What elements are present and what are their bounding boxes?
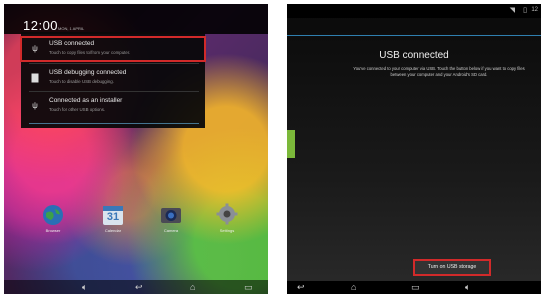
- wifi-icon: ◥: [509, 7, 515, 14]
- browser-app-icon[interactable]: [42, 204, 64, 226]
- status-time: 12: [531, 7, 538, 13]
- home-icon[interactable]: ⌂: [351, 282, 356, 292]
- status-bar: ◥ ▯ 12: [287, 4, 541, 18]
- turn-on-usb-storage-button[interactable]: Turn on USB storage: [413, 259, 491, 276]
- debug-icon: [31, 73, 39, 83]
- app-label-settings: Settings: [219, 228, 235, 233]
- notification-subtitle: Touch to copy files to/from your compute…: [49, 50, 131, 55]
- recents-icon[interactable]: ▭: [411, 282, 420, 292]
- volume-icon[interactable]: 🔈︎: [82, 282, 87, 292]
- notification-title: USB connected: [49, 40, 95, 47]
- usb-description: You've connected to your computer via US…: [353, 66, 525, 77]
- usb-connected-screen: ◥ ▯ 12 USB connected You've connected to…: [287, 4, 541, 294]
- globe-icon: [43, 205, 63, 225]
- volume-icon[interactable]: 🔈︎: [465, 282, 470, 292]
- back-icon[interactable]: ↩: [297, 282, 305, 292]
- calendar-day: 31: [106, 211, 120, 223]
- navigation-bar: ↩ ⌂ ▭ 🔈︎: [287, 281, 541, 294]
- gear-icon: [216, 203, 238, 225]
- panel-handle[interactable]: [29, 123, 199, 124]
- page-title: USB connected: [379, 50, 449, 61]
- notification-subtitle: Touch for other USB options.: [49, 107, 106, 112]
- navigation-bar: 🔈︎ ↩ ⌂ ▭: [4, 280, 268, 294]
- recents-icon[interactable]: ▭: [244, 282, 253, 292]
- app-label-browser: Browser: [45, 228, 61, 233]
- notification-title: Connected as an installer: [49, 97, 123, 104]
- app-label-calendar: Calendar: [104, 228, 122, 233]
- divider: [29, 63, 199, 64]
- usb-icon: ψ: [32, 44, 38, 53]
- notification-panel: ψ USB connected Touch to copy files to/f…: [20, 32, 206, 128]
- divider: [29, 91, 199, 92]
- usb-icon: ψ: [32, 101, 38, 110]
- clock: 12:00: [23, 18, 59, 33]
- battery-icon: ▯: [523, 7, 527, 14]
- home-icon[interactable]: ⌂: [190, 282, 195, 292]
- notification-title: USB debugging connected: [49, 69, 127, 76]
- notification-installer[interactable]: ψ Connected as an installer Touch for ot…: [21, 94, 205, 118]
- accent-divider: [287, 35, 541, 36]
- notification-usb-connected[interactable]: ψ USB connected Touch to copy files to/f…: [20, 36, 206, 62]
- camera-app-icon[interactable]: [160, 204, 182, 226]
- back-icon[interactable]: ↩: [135, 282, 143, 292]
- notification-usb-debugging[interactable]: USB debugging connected Touch to disable…: [21, 66, 205, 90]
- notification-subtitle: Touch to disable USB debugging.: [49, 79, 114, 84]
- android-usb-icon: [287, 130, 295, 158]
- app-label-camera: Camera: [163, 228, 179, 233]
- date: MON, 1 APRIL: [58, 26, 85, 31]
- camera-icon: [161, 208, 181, 223]
- settings-app-icon[interactable]: [216, 203, 238, 225]
- tablet-home-with-notifications: 12:00 MON, 1 APRIL Browser 31 Calendar C…: [4, 4, 268, 294]
